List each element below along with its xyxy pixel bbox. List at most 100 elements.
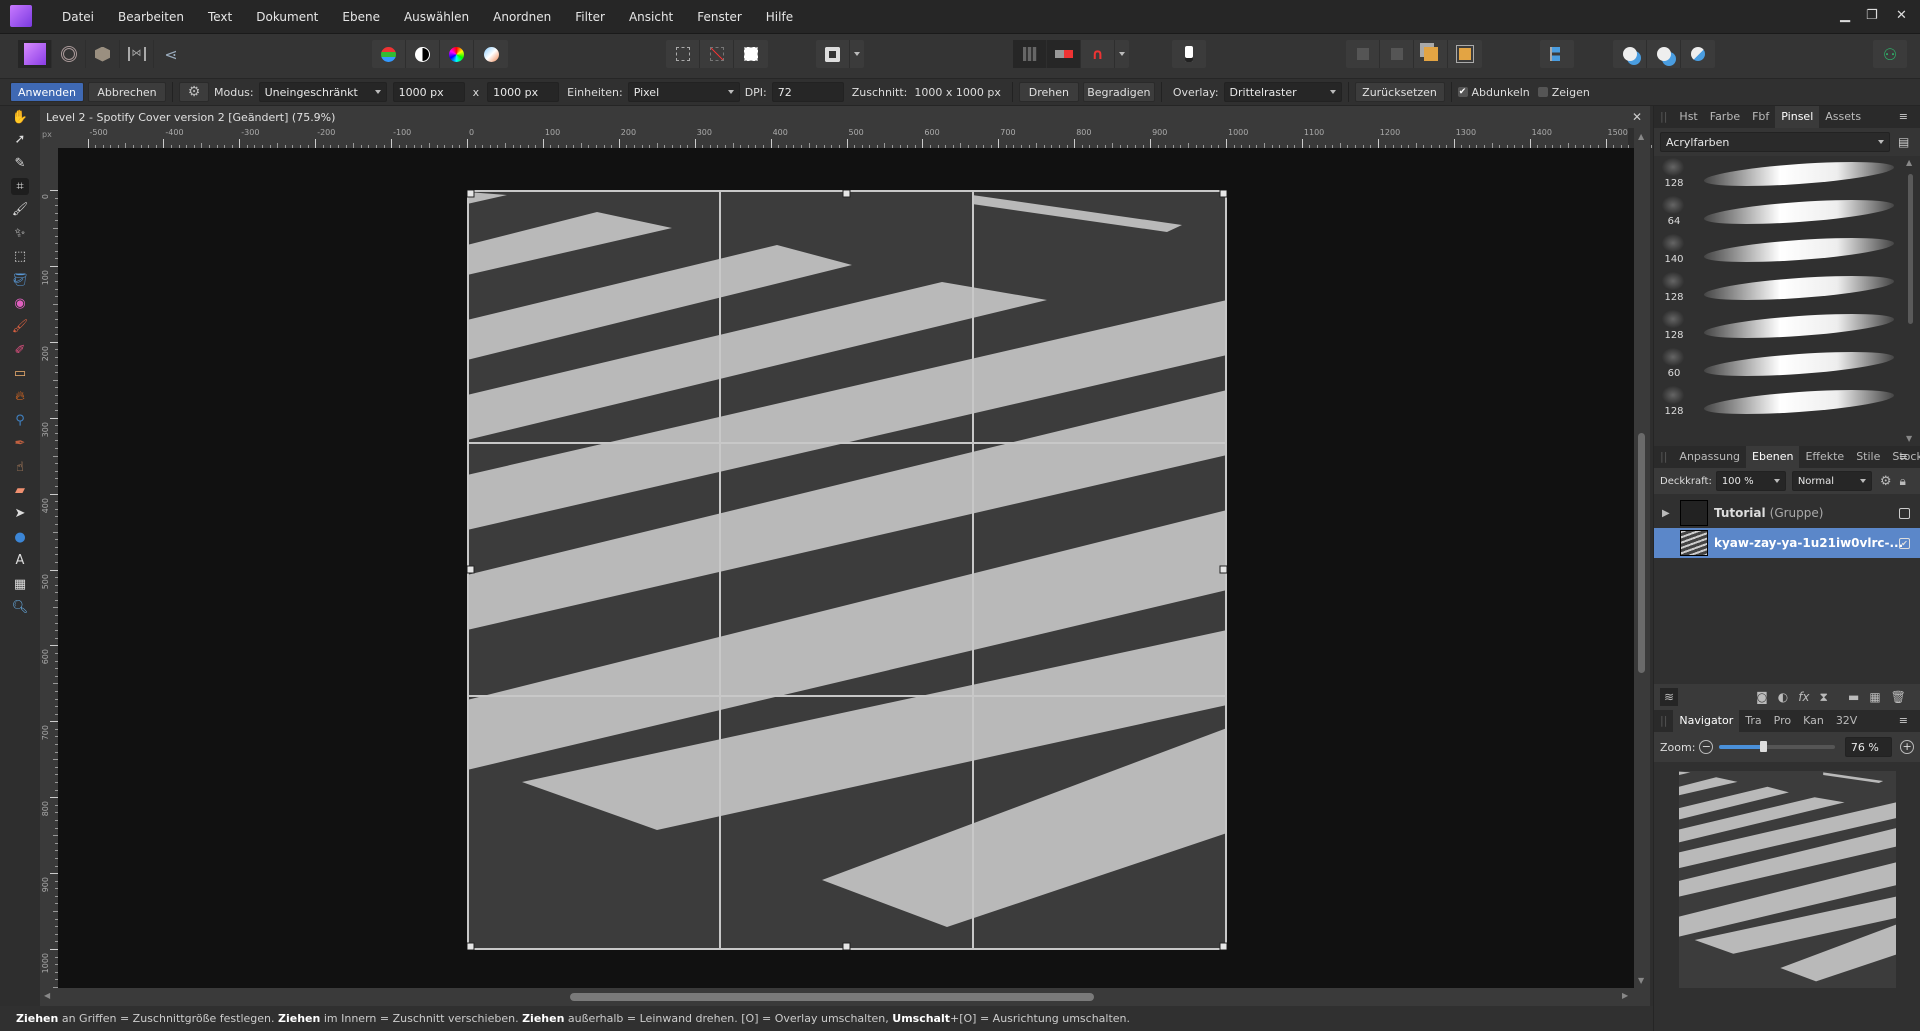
auto-levels-button[interactable]: [372, 40, 406, 68]
layer-visibility-checkbox[interactable]: [1899, 507, 1910, 519]
tool-color-picker[interactable]: ✎: [0, 151, 40, 174]
brush-category-select[interactable]: Acrylfarben: [1660, 132, 1890, 152]
crop-handle-bottom-left[interactable]: [467, 942, 475, 950]
quick-mask-button[interactable]: [734, 40, 768, 68]
restore-button[interactable]: ❐: [1866, 8, 1878, 23]
boolean-add-button[interactable]: [1613, 40, 1647, 68]
blend-mode-select[interactable]: Normal: [1791, 471, 1872, 491]
crop-height-input[interactable]: 1000 px: [487, 82, 560, 102]
auto-contrast-button[interactable]: [406, 40, 440, 68]
tab-brushes[interactable]: Pinsel: [1775, 106, 1820, 128]
close-window-button[interactable]: ✕: [1896, 8, 1907, 23]
vertical-scrollbar[interactable]: ▲ ▼: [1634, 128, 1650, 988]
scroll-up-icon[interactable]: ▲: [1638, 132, 1644, 141]
overlay-select[interactable]: Drittelraster: [1223, 82, 1342, 102]
crop-handle-top-right[interactable]: [1219, 190, 1227, 198]
tool-zoom[interactable]: 🔍︎: [0, 596, 40, 619]
tool-view[interactable]: ✋: [0, 106, 40, 128]
folder-icon[interactable]: ▬: [1848, 690, 1859, 704]
adjustment-icon[interactable]: ◐: [1778, 690, 1788, 704]
tool-paint-brush[interactable]: 🖌︎: [0, 315, 40, 338]
zoom-out-icon[interactable]: −: [1699, 740, 1714, 754]
snapping-dropdown[interactable]: [1115, 40, 1129, 68]
crop-handle-bottom-right[interactable]: [1219, 942, 1227, 950]
checker-icon[interactable]: ▦: [1869, 690, 1880, 704]
crop-handle-right[interactable]: [1219, 565, 1227, 574]
layer-visibility-checkbox[interactable]: ✔: [1899, 537, 1910, 549]
account-button[interactable]: ⚇: [1873, 40, 1907, 68]
tool-clone[interactable]: ⚲: [0, 409, 40, 432]
tab-assets[interactable]: Assets: [1819, 106, 1867, 128]
panel-menu-icon[interactable]: ≡: [1893, 710, 1914, 732]
scroll-left-icon[interactable]: ◀: [44, 991, 50, 1000]
tab-adjustment[interactable]: Anpassung: [1673, 446, 1746, 468]
mode-select[interactable]: Uneingeschränkt: [258, 82, 387, 102]
vertical-ruler[interactable]: 0 100 200 300 400 500 600 700 800 900 1000: [40, 148, 58, 1019]
horizontal-scroll-thumb[interactable]: [570, 993, 1094, 1001]
tone-mapping-persona-button[interactable]: ⋈: [120, 40, 154, 68]
brush-scroll-thumb[interactable]: [1908, 174, 1913, 324]
expand-icon[interactable]: ▶: [1662, 508, 1670, 519]
scroll-down-icon[interactable]: ▼: [1638, 976, 1644, 985]
app-logo-icon[interactable]: [10, 5, 32, 27]
scroll-down-icon[interactable]: ▼: [1906, 434, 1912, 443]
mask-mode-button[interactable]: [816, 40, 850, 68]
menu-hilfe[interactable]: Hilfe: [754, 10, 805, 24]
tool-healing-brush[interactable]: ✒: [0, 432, 40, 455]
canvas[interactable]: [58, 148, 1634, 988]
live-filter-icon[interactable]: ⧗: [1820, 690, 1828, 705]
tool-text[interactable]: A: [0, 549, 40, 572]
brush-item[interactable]: 128: [1654, 384, 1920, 422]
tool-pixel-brush[interactable]: ✐: [0, 339, 40, 362]
crop-handle-top-left[interactable]: [467, 190, 475, 198]
zoom-input[interactable]: 76 %: [1844, 737, 1893, 757]
tab-transform[interactable]: Tra: [1739, 710, 1767, 732]
tool-flood-fill[interactable]: 🪣︎: [0, 268, 40, 291]
zoom-slider-handle[interactable]: [1760, 741, 1768, 752]
panel-grip-icon[interactable]: ||: [1654, 446, 1673, 468]
reset-button[interactable]: Zurücksetzen: [1354, 82, 1445, 102]
trash-icon[interactable]: 🗑︎: [1891, 690, 1906, 704]
menu-bearbeiten[interactable]: Bearbeiten: [106, 10, 196, 24]
list-view-icon[interactable]: ▤: [1898, 135, 1909, 149]
opacity-select[interactable]: 100 %: [1715, 471, 1786, 491]
scroll-right-icon[interactable]: ▶: [1622, 991, 1628, 1000]
crop-width-input[interactable]: 1000 px: [392, 82, 465, 102]
move-to-back-button[interactable]: [1414, 40, 1448, 68]
tool-rectangular-marquee[interactable]: ⬚: [0, 245, 40, 268]
zoom-slider[interactable]: [1719, 741, 1835, 752]
navigator-preview[interactable]: [1654, 762, 1920, 992]
fx-icon[interactable]: fx: [1798, 690, 1809, 704]
dpi-input[interactable]: 72: [771, 82, 844, 102]
menu-auswaehlen[interactable]: Auswählen: [392, 10, 481, 24]
brush-item[interactable]: 64: [1654, 194, 1920, 232]
brush-item[interactable]: 128: [1654, 308, 1920, 346]
menu-ebene[interactable]: Ebene: [330, 10, 392, 24]
move-back-one-button[interactable]: [1346, 40, 1380, 68]
auto-white-balance-button[interactable]: [474, 40, 508, 68]
mask-layer-icon[interactable]: ◙: [1756, 690, 1768, 704]
crop-handle-bottom[interactable]: [842, 942, 851, 950]
menu-ansicht[interactable]: Ansicht: [617, 10, 685, 24]
crop-handle-left[interactable]: [467, 565, 475, 574]
menu-filter[interactable]: Filter: [563, 10, 617, 24]
brush-item[interactable]: 140: [1654, 232, 1920, 270]
tool-ellipse[interactable]: ●: [0, 526, 40, 549]
menu-fenster[interactable]: Fenster: [685, 10, 754, 24]
boolean-subtract-button[interactable]: [1647, 40, 1681, 68]
tab-channels[interactable]: Kan: [1797, 710, 1830, 732]
align-left-button[interactable]: [1540, 40, 1574, 68]
brush-item[interactable]: 60: [1654, 346, 1920, 384]
layer-row[interactable]: ▶ Tutorial (Gruppe): [1654, 498, 1920, 528]
darken-checkbox[interactable]: ✔: [1457, 87, 1468, 97]
tab-histogram[interactable]: Pro: [1768, 710, 1797, 732]
tab-layers[interactable]: Ebenen: [1746, 446, 1800, 468]
menu-text[interactable]: Text: [196, 10, 244, 24]
units-select[interactable]: Pixel: [627, 82, 740, 102]
tool-patch[interactable]: ▰: [0, 479, 40, 502]
tool-selection-brush[interactable]: 🖌︎: [0, 198, 40, 221]
tool-color-wheel[interactable]: ◉: [0, 292, 40, 315]
rotate-button[interactable]: Drehen: [1018, 82, 1079, 102]
crop-handle-top[interactable]: [842, 190, 851, 198]
panel-menu-icon[interactable]: ≡: [1893, 446, 1914, 468]
